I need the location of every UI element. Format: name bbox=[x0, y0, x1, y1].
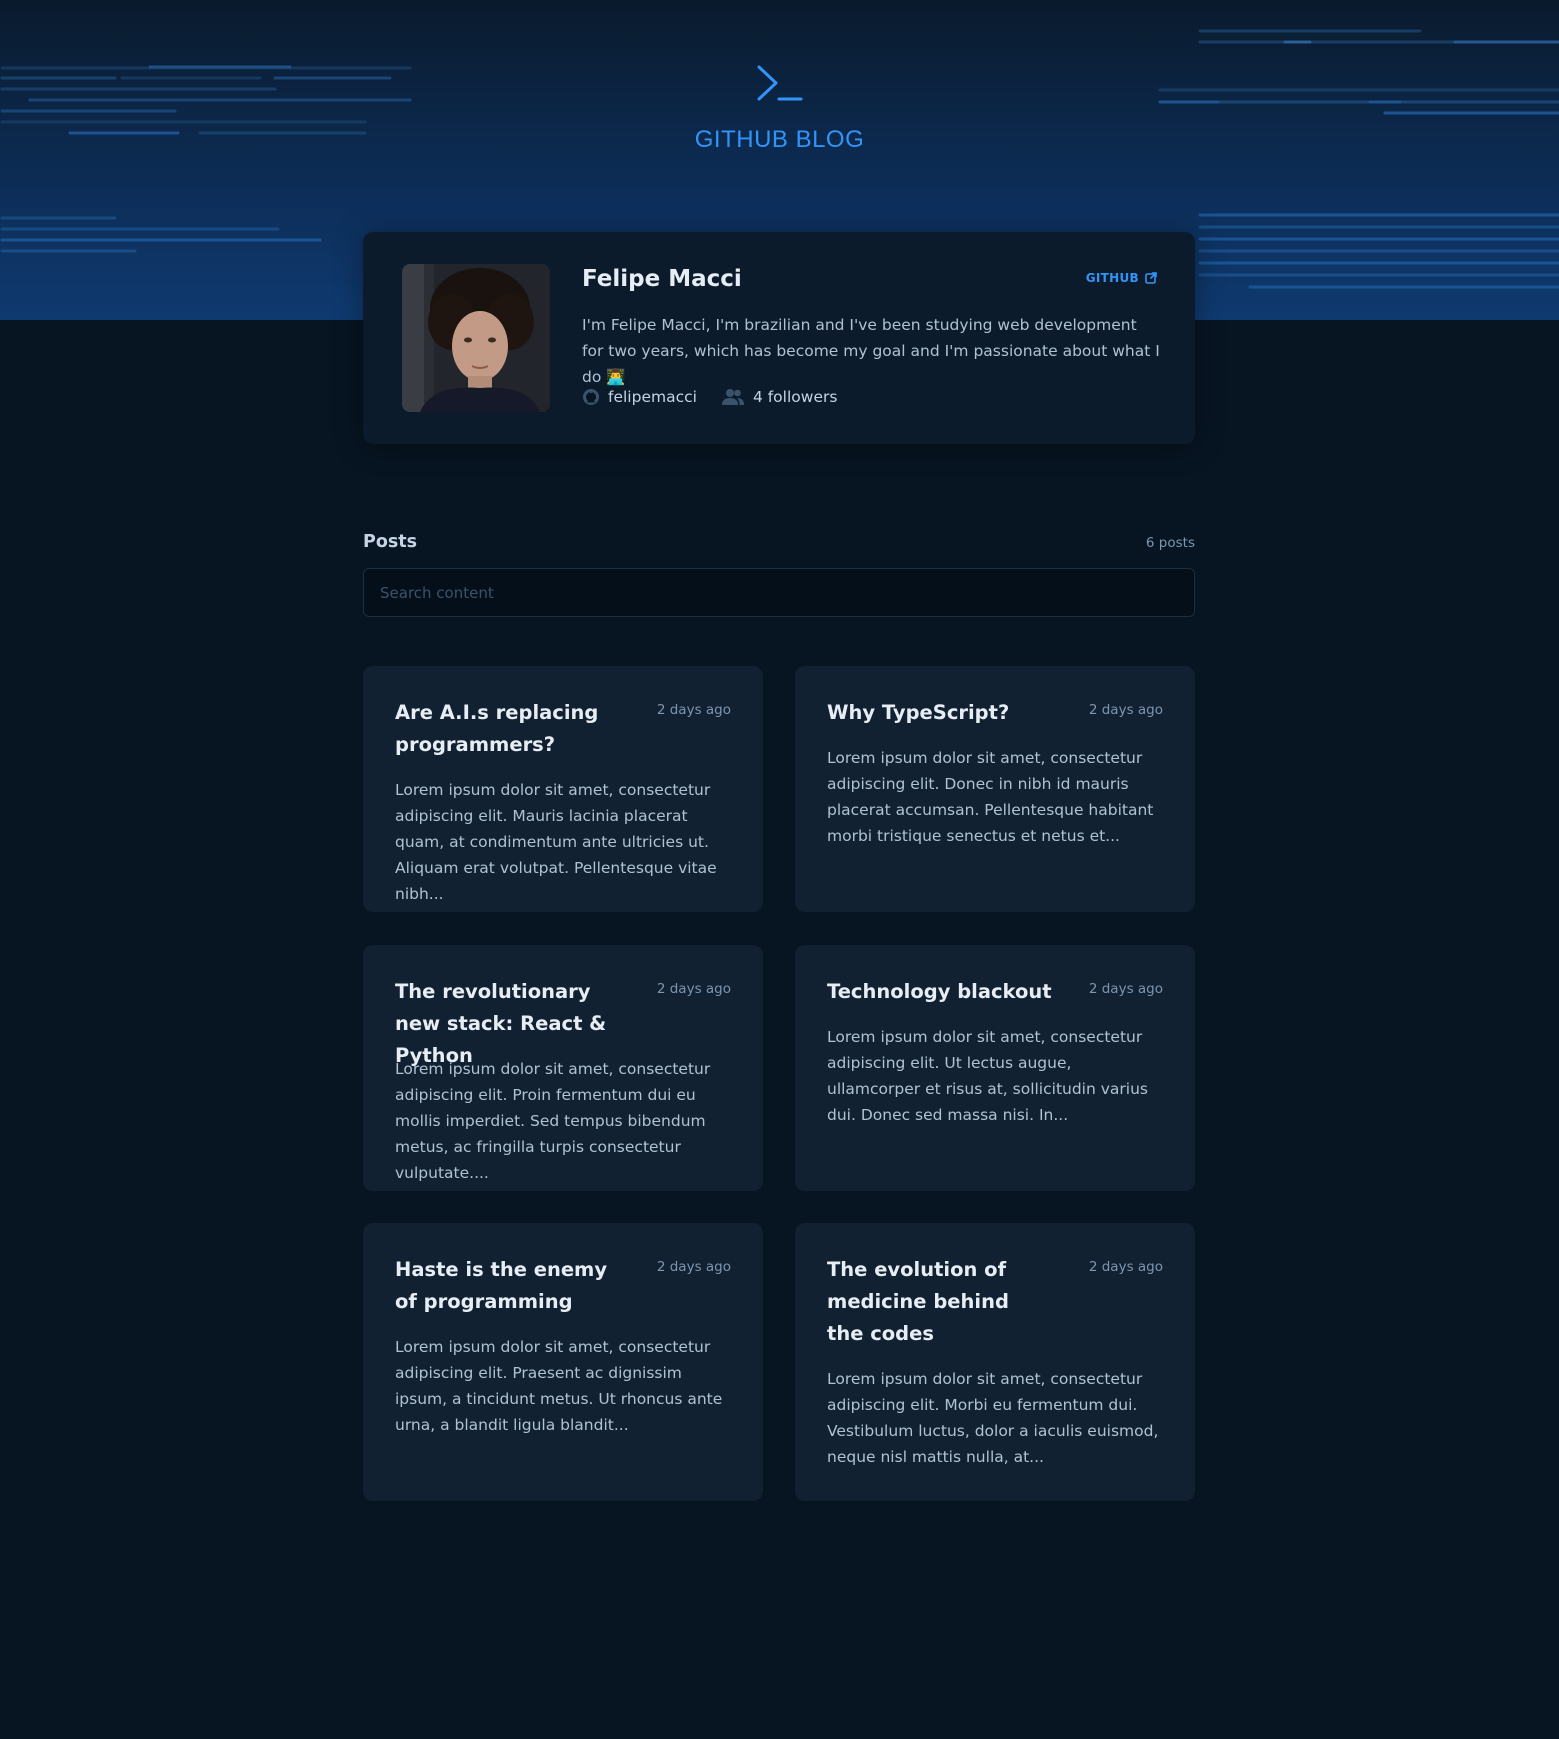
post-title: Technology blackout bbox=[827, 980, 1052, 1003]
post-card[interactable]: Haste is the enemy of programming 2 days… bbox=[363, 1223, 763, 1501]
profile-name: Felipe Macci bbox=[582, 266, 742, 292]
profile-stats: felipemacci 4 followers bbox=[582, 388, 861, 406]
post-excerpt: Lorem ipsum dolor sit amet, consectetur … bbox=[827, 1028, 1148, 1124]
post-date: 2 days ago bbox=[1088, 981, 1163, 997]
terminal-prompt-icon bbox=[757, 65, 802, 101]
github-icon bbox=[583, 389, 599, 405]
logo bbox=[0, 62, 1559, 108]
search-input[interactable] bbox=[363, 568, 1195, 617]
avatar bbox=[402, 264, 550, 412]
followers-label: 4 followers bbox=[752, 388, 838, 406]
profile-bio: I'm Felipe Macci, I'm brazilian and I've… bbox=[582, 316, 1160, 386]
post-card[interactable]: The evolution of medicine behind the cod… bbox=[795, 1223, 1195, 1501]
post-title: Haste is the enemy of programming bbox=[395, 1258, 608, 1313]
external-link-icon bbox=[1145, 272, 1157, 284]
post-excerpt: Lorem ipsum dolor sit amet, consectetur … bbox=[827, 1370, 1159, 1466]
post-date: 2 days ago bbox=[1088, 1259, 1163, 1275]
post-date: 2 days ago bbox=[656, 981, 731, 997]
posts-title: Posts bbox=[363, 532, 418, 552]
post-excerpt: Lorem ipsum dolor sit amet, consectetur … bbox=[827, 749, 1154, 845]
posts-header: Posts 6 posts bbox=[363, 532, 1195, 558]
github-link[interactable]: GITHUB bbox=[1086, 271, 1157, 285]
post-card[interactable]: Technology blackout 2 days ago Lorem ips… bbox=[795, 945, 1195, 1191]
post-date: 2 days ago bbox=[656, 702, 731, 718]
username-stat: felipemacci bbox=[582, 388, 697, 406]
post-title: The evolution of medicine behind the cod… bbox=[827, 1258, 1009, 1345]
post-title: Are A.I.s replacing programmers? bbox=[395, 701, 599, 756]
post-date: 2 days ago bbox=[656, 1259, 731, 1275]
posts-count: 6 posts bbox=[1145, 535, 1195, 551]
followers-stat: 4 followers bbox=[721, 388, 838, 406]
post-excerpt: Lorem ipsum dolor sit amet, consectetur … bbox=[395, 781, 717, 903]
post-card[interactable]: Are A.I.s replacing programmers? 2 days … bbox=[363, 666, 763, 912]
post-card[interactable]: The revolutionary new stack: React & Pyt… bbox=[363, 945, 763, 1191]
post-date: 2 days ago bbox=[1088, 702, 1163, 718]
post-card[interactable]: Why TypeScript? 2 days ago Lorem ipsum d… bbox=[795, 666, 1195, 912]
post-title: Why TypeScript? bbox=[827, 701, 1010, 724]
post-excerpt: Lorem ipsum dolor sit amet, consectetur … bbox=[395, 1060, 711, 1182]
blog-title: GITHUB BLOG bbox=[694, 126, 865, 153]
github-link-label: GITHUB bbox=[1085, 271, 1139, 285]
avatar-image bbox=[402, 264, 550, 412]
post-excerpt: Lorem ipsum dolor sit amet, consectetur … bbox=[395, 1338, 723, 1434]
profile-card: Felipe Macci GITHUB I'm Felipe Macci, I'… bbox=[363, 232, 1195, 444]
users-icon bbox=[721, 389, 744, 405]
username-label: felipemacci bbox=[608, 388, 697, 406]
